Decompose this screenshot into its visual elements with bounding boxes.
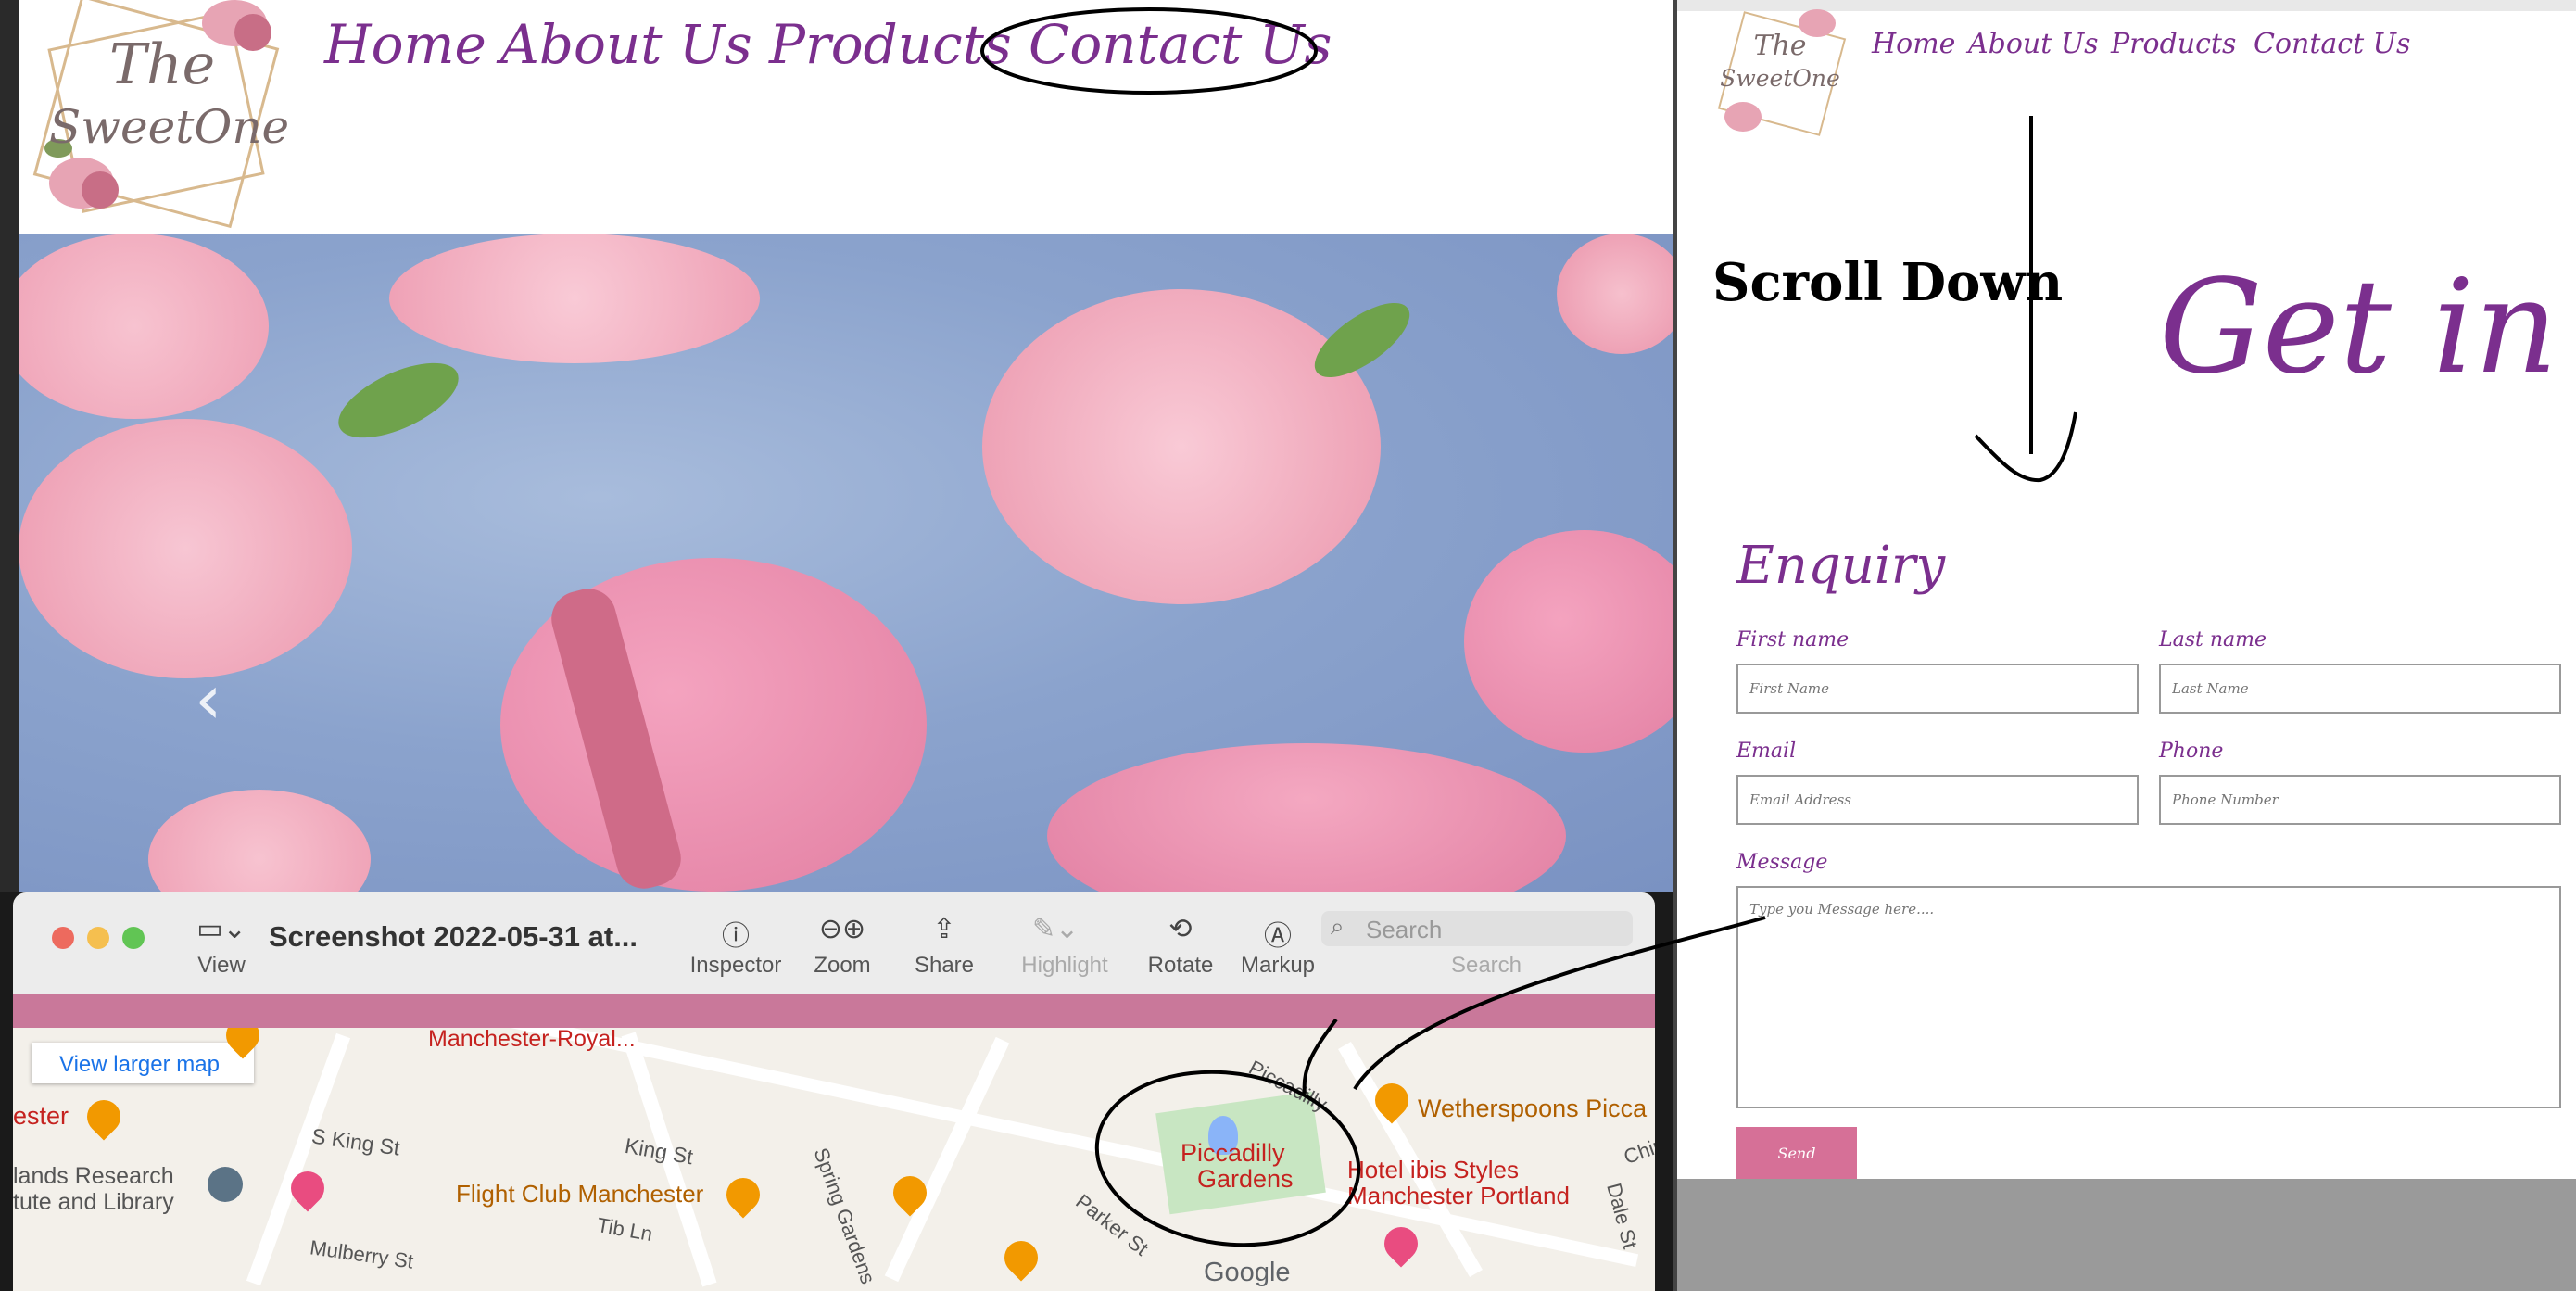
right-website-window: The SweetOne Home About Us Products Cont…: [1673, 0, 2576, 1291]
macaron: [1464, 530, 1673, 753]
carnation-flower: [148, 790, 371, 892]
map-label-king-st: King St: [623, 1133, 695, 1170]
nav-about-us[interactable]: About Us: [1968, 28, 2099, 60]
map-label-spring-gardens: Spring Gardens: [809, 1145, 880, 1287]
connector-line: [1353, 916, 1766, 1091]
nav-about-us[interactable]: About Us: [500, 13, 752, 76]
window-title: Screenshot 2022-05-31 at...: [269, 920, 638, 953]
connector-annotation: [1302, 916, 1766, 1095]
minimize-window-button[interactable]: [87, 927, 109, 949]
macaron: [1047, 743, 1566, 892]
view-larger-map-button[interactable]: View larger map: [32, 1043, 254, 1083]
map-label-flight-club: Flight Club Manchester: [456, 1180, 704, 1208]
first-name-input[interactable]: [1736, 664, 2139, 714]
info-icon[interactable]: ⓘ: [694, 913, 777, 954]
map-label-manchester-royal: Manchester-Royal...: [428, 1028, 636, 1052]
map-label-ibis-line1: Hotel ibis Styles: [1347, 1156, 1519, 1183]
window-edge: [0, 0, 19, 892]
view-larger-map-label: View larger map: [59, 1052, 220, 1077]
logo-text-line1: The: [109, 32, 216, 97]
share-icon[interactable]: ⇪: [912, 913, 977, 945]
view-label: View: [197, 953, 246, 978]
first-name-label: First name: [1736, 628, 1850, 652]
email-input[interactable]: [1736, 775, 2139, 825]
close-window-button[interactable]: [52, 927, 74, 949]
left-website-window: The SweetOne Home About Us Products Cont…: [0, 0, 1673, 892]
sidebar-view-icon[interactable]: ▭⌄: [189, 913, 254, 945]
map-label-tib-ln: Tib Ln: [595, 1212, 655, 1247]
logo-text-line1: The: [1753, 30, 1807, 62]
scroll-down-arrow: [1974, 116, 2077, 483]
map-label-mulberry: Mulberry St: [308, 1235, 415, 1273]
restaurant-pin-icon[interactable]: [80, 1093, 128, 1141]
carnation-flower: [982, 289, 1381, 604]
zoom-window-button[interactable]: [122, 927, 145, 949]
last-name-label: Last name: [2159, 628, 2267, 652]
contact-us-circle-annotation: [980, 7, 1318, 95]
email-label: Email: [1736, 740, 1797, 763]
enquiry-heading: Enquiry: [1736, 536, 1946, 596]
logo-flower: [82, 171, 119, 209]
nav-products[interactable]: Products: [2111, 28, 2236, 60]
message-textarea[interactable]: [1736, 886, 2561, 1108]
share-label: Share: [914, 953, 975, 978]
highlight-icon[interactable]: ✎⌄: [1014, 913, 1097, 945]
carnation-flower: [1557, 234, 1673, 354]
map-label-research-line2: tute and Library: [13, 1189, 174, 1215]
carnation-flower: [19, 234, 269, 419]
logo-flower: [1724, 102, 1762, 132]
map-label-dale-st: Dale St: [1602, 1180, 1642, 1251]
hand-drawn-circle: [980, 7, 1318, 95]
zoom-icons[interactable]: ⊖⊕: [801, 913, 884, 945]
inspector-label: Inspector: [689, 953, 782, 978]
last-name-input[interactable]: [2159, 664, 2561, 714]
map-label-research-line1: lands Research: [13, 1163, 174, 1189]
rotate-label: Rotate: [1147, 953, 1214, 978]
hero-carousel: ‹: [19, 234, 1673, 892]
rotate-icon[interactable]: ⟲: [1148, 913, 1213, 945]
highlight-label: Highlight: [1021, 953, 1108, 978]
bar-pin-icon[interactable]: [719, 1171, 767, 1219]
connector-hook: [1302, 1018, 1338, 1095]
carnation-flower: [389, 234, 760, 363]
site-logo[interactable]: The SweetOne: [26, 0, 290, 229]
carnation-flower: [19, 419, 352, 678]
map-label-chin: Chin: [1620, 1133, 1655, 1170]
map-label-ester: ester: [13, 1102, 69, 1130]
stem-leaf: [327, 348, 470, 453]
bar-pin-icon[interactable]: [997, 1234, 1045, 1282]
logo-text-line2: SweetOne: [1720, 65, 1840, 92]
logo-text-line2: SweetOne: [49, 100, 290, 154]
map-label-ibis-line2: Manchester Portland: [1347, 1182, 1570, 1209]
message-label: Message: [1736, 851, 1828, 874]
page-footer-band: [1677, 1179, 2576, 1291]
send-button[interactable]: Send: [1736, 1127, 1857, 1179]
phone-input[interactable]: [2159, 775, 2561, 825]
logo-flower: [234, 14, 271, 51]
nav-contact-us[interactable]: Contact Us: [2254, 28, 2410, 60]
hotel-pin-icon[interactable]: [1377, 1220, 1425, 1268]
carousel-prev-arrow[interactable]: ‹: [195, 660, 222, 740]
nav-home[interactable]: Home: [324, 13, 486, 76]
map-street: [884, 1036, 1010, 1283]
zoom-label: Zoom: [814, 953, 871, 978]
page-heading: Get in T: [2159, 252, 2576, 403]
site-logo[interactable]: The SweetOne: [1711, 9, 1850, 139]
phone-label: Phone: [2159, 740, 2224, 763]
map-label-s-king-st: S King St: [309, 1123, 402, 1160]
nav-home[interactable]: Home: [1872, 28, 1955, 60]
arrow-head: [1974, 411, 2077, 483]
library-pin-icon[interactable]: [208, 1167, 243, 1202]
